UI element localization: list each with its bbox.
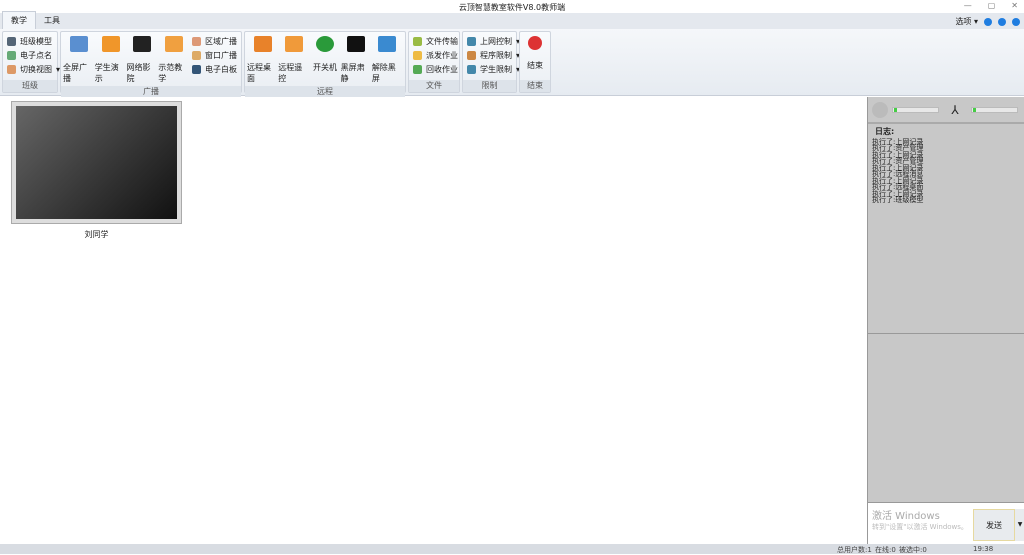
teaching-icon bbox=[165, 36, 184, 52]
tab-teaching[interactable]: 教学 bbox=[2, 11, 36, 29]
log-panel: 日志: 执行了:上网记录 执行了:资产管理 执行了:上网记录 执行了:资产管理 执行了:… bbox=[868, 124, 1024, 334]
title-bar: 云顶智慧教室软件V8.0教师端 — ▢ ✕ bbox=[0, 0, 1024, 13]
send-dropdown[interactable]: ▼ bbox=[1015, 509, 1024, 541]
student-limit-button[interactable]: 学生限制 ▾ bbox=[467, 64, 520, 75]
status-bar: 总用户数:1 在线:0 被选中:0 19:38 bbox=[0, 544, 1024, 554]
network-cinema-button[interactable]: 网络影院 bbox=[127, 34, 159, 84]
group-label: 结束 bbox=[520, 80, 550, 92]
power-button[interactable]: 开关机 bbox=[309, 34, 340, 84]
internet-control-button[interactable]: 上网控制 ▾ bbox=[467, 36, 520, 47]
stop-icon bbox=[528, 36, 542, 50]
roll-call-button[interactable]: 电子点名 bbox=[7, 50, 60, 61]
fullscreen-broadcast-button[interactable]: 全屏广播 bbox=[63, 34, 95, 84]
group-label: 限制 bbox=[463, 80, 516, 92]
help-icon[interactable] bbox=[1012, 17, 1020, 26]
student-demo-button[interactable]: 学生演示 bbox=[95, 34, 127, 84]
roll-call-icon bbox=[7, 51, 16, 60]
group-broadcast: 全屏广播 学生演示 网络影院 示范教学 区域广播 窗口广播 电子白板 广播 bbox=[60, 31, 242, 98]
assign-homework-button[interactable]: 派发作业 bbox=[413, 50, 458, 61]
lock-screen-icon bbox=[347, 36, 366, 52]
whiteboard-icon bbox=[192, 65, 201, 74]
area-broadcast-button[interactable]: 区域广播 bbox=[192, 36, 237, 47]
close-button[interactable]: ✕ bbox=[1011, 1, 1018, 10]
clock: 19:38 bbox=[973, 545, 994, 553]
side-panel: ⅄ 日志: 执行了:上网记录 执行了:资产管理 执行了:上网记录 执行了:资产管理 执行… bbox=[867, 97, 1024, 544]
class-model-button[interactable]: 班级模型 bbox=[7, 36, 60, 47]
log-entry: 执行了:班级模型 bbox=[872, 196, 924, 204]
options-menu[interactable]: 选项 ▾ bbox=[955, 16, 978, 27]
whiteboard-button[interactable]: 电子白板 bbox=[192, 64, 237, 75]
activation-watermark-sub: 转到"设置"以激活 Windows。 bbox=[872, 523, 968, 531]
log-title: 日志: bbox=[875, 127, 895, 136]
window-broadcast-button[interactable]: 窗口广播 bbox=[192, 50, 237, 61]
collect-homework-button[interactable]: 回收作业 bbox=[413, 64, 458, 75]
group-class: 班级模型 电子点名 切换视图 ▾ 班级 bbox=[2, 31, 60, 93]
class-model-icon bbox=[7, 37, 16, 46]
file-transfer-button[interactable]: 文件传输 bbox=[413, 36, 458, 47]
area-icon bbox=[192, 37, 201, 46]
student-screen bbox=[16, 106, 177, 219]
monitor-icon bbox=[378, 36, 397, 52]
remote-desktop-button[interactable]: 远程桌面 bbox=[247, 34, 278, 84]
group-label: 文件 bbox=[409, 80, 459, 92]
switch-view-icon bbox=[7, 65, 16, 74]
window-title: 云顶智慧教室软件V8.0教师端 bbox=[458, 3, 566, 12]
mic-volume[interactable] bbox=[971, 106, 1018, 113]
group-file: 文件传输 派发作业 回收作业 文件 bbox=[408, 31, 460, 93]
program-limit-button[interactable]: 程序限制 ▾ bbox=[467, 50, 520, 61]
microphone-icon[interactable]: ⅄ bbox=[943, 103, 967, 117]
program-icon bbox=[467, 51, 476, 60]
cinema-icon bbox=[133, 36, 152, 52]
settings-icon[interactable] bbox=[984, 17, 992, 26]
black-screen-button[interactable]: 黑屏肃静 bbox=[341, 34, 372, 84]
chat-input[interactable]: 激活 Windows 转到"设置"以激活 Windows。 发送 ▼ bbox=[868, 502, 1024, 544]
remote-desktop-icon bbox=[253, 36, 272, 52]
demo-icon bbox=[101, 36, 120, 52]
student-thumbnail[interactable] bbox=[11, 101, 182, 224]
group-label: 班级 bbox=[3, 80, 57, 92]
audio-bar: ⅄ bbox=[868, 97, 1024, 124]
collect-icon bbox=[413, 65, 422, 74]
switch-view-button[interactable]: 切换视图 ▾ bbox=[7, 64, 60, 75]
demo-teaching-button[interactable]: 示范教学 bbox=[158, 34, 190, 84]
group-end: 结束 结束 bbox=[519, 31, 551, 93]
tab-tools[interactable]: 工具 bbox=[36, 12, 68, 29]
maximize-button[interactable]: ▢ bbox=[988, 1, 996, 10]
ribbon-tabs: 教学 工具 选项 ▾ bbox=[0, 11, 1024, 29]
minimize-button[interactable]: — bbox=[964, 1, 972, 10]
remote-control-icon bbox=[284, 36, 303, 52]
activation-watermark: 激活 Windows bbox=[872, 511, 940, 522]
assign-icon bbox=[413, 51, 422, 60]
broadcast-icon bbox=[69, 36, 88, 52]
remote-control-button[interactable]: 远程遥控 bbox=[278, 34, 309, 84]
ribbon: 班级模型 电子点名 切换视图 ▾ 班级 全屏广播 学生演示 网络影院 示范教学 区… bbox=[0, 29, 1024, 98]
window-icon bbox=[192, 51, 201, 60]
send-button[interactable]: 发送 bbox=[973, 509, 1015, 541]
speaker-volume[interactable] bbox=[892, 106, 939, 113]
group-limit: 上网控制 ▾ 程序限制 ▾ 学生限制 ▾ 限制 bbox=[462, 31, 520, 93]
internet-icon bbox=[467, 37, 476, 46]
speaker-icon[interactable] bbox=[872, 101, 888, 118]
group-remote: 远程桌面 远程遥控 开关机 黑屏肃静 解除黑屏 远程 bbox=[244, 31, 406, 98]
file-icon bbox=[413, 37, 422, 46]
power-icon bbox=[316, 36, 334, 52]
student-icon bbox=[467, 65, 476, 74]
unblack-screen-button[interactable]: 解除黑屏 bbox=[372, 34, 403, 84]
info-icon[interactable] bbox=[998, 17, 1006, 26]
student-grid: 刘同学 bbox=[0, 97, 866, 544]
end-button[interactable]: 结束 bbox=[522, 34, 548, 78]
student-name: 刘同学 bbox=[84, 230, 109, 239]
